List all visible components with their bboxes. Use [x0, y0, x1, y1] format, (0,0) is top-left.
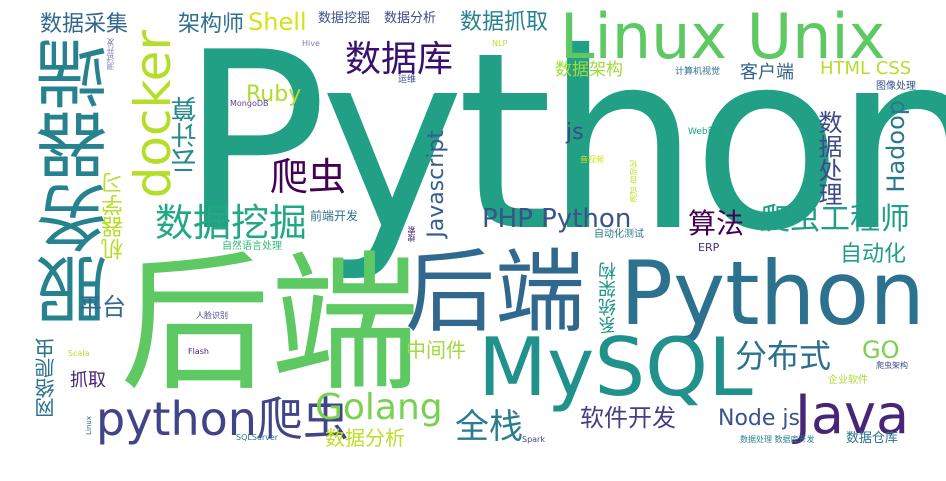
- word-full-stack: 全栈: [455, 407, 523, 447]
- word-web-frontend: Web前端: [688, 127, 726, 137]
- word-distributed: 分布式: [735, 337, 832, 375]
- word-system-architecture: 系统架构: [598, 262, 619, 334]
- word-search: 搜索: [407, 226, 416, 242]
- word-nodejs: Node js: [718, 406, 800, 431]
- word-crawler-architecture: 爬虫架构: [876, 361, 908, 370]
- word-shell: Shell: [248, 8, 307, 36]
- word-hadoop: Hadoop: [882, 100, 910, 193]
- word-data-analysis-small: 数据分析: [384, 11, 437, 26]
- word-mongodb: MongoDB: [230, 99, 269, 108]
- word-data-warehouse: 数据仓库: [846, 431, 899, 446]
- word-crawler-engineer: 爬虫工程师: [760, 202, 910, 237]
- word-crawler: 爬虫: [270, 155, 347, 199]
- word-data-collection: 数据采集: [40, 12, 129, 37]
- word-data-mining-large: 数据挖掘: [155, 201, 308, 245]
- word-audio-video: 音视频: [580, 155, 604, 164]
- word-mysql: MySQL: [478, 321, 753, 414]
- word-python-crawler: python爬虫: [96, 392, 349, 446]
- word-linux: Linux: [85, 416, 93, 435]
- word-software-dev: 软件开发: [580, 404, 676, 432]
- word-nlp: NLP: [492, 39, 508, 48]
- word-go: GO: [862, 336, 900, 364]
- word-automation: 自动化: [840, 242, 907, 267]
- word-computer-vision: 计算机视觉: [675, 67, 721, 77]
- word-enterprise-software: 企业软件: [828, 375, 868, 386]
- word-test-automation: 测试 自动化: [629, 160, 638, 203]
- word-data-processing-vertical: 数据处理: [814, 110, 842, 206]
- word-data-mining-small: 数据挖掘: [318, 11, 371, 26]
- word-database: 数据库: [345, 39, 454, 80]
- word-golang: Golang: [315, 387, 443, 428]
- word-flash: Flash: [188, 347, 209, 356]
- word-automated-testing: 自动化测试: [594, 229, 644, 240]
- word-scala: Scala: [68, 349, 90, 358]
- word-middleware: 中间件: [406, 338, 466, 362]
- word-erp: ERP: [698, 241, 720, 254]
- word-javascript: Javascript: [424, 130, 449, 238]
- word-image-processing: 图像处理: [876, 81, 916, 92]
- word-sqlserver: SQLServer: [236, 433, 279, 442]
- word-data-analysis: 数据分析: [325, 426, 405, 450]
- word-html-css: HTML CSS: [820, 58, 912, 79]
- word-test-dev: 测试开发: [106, 38, 115, 70]
- word-face-recognition: 人脸识别: [196, 311, 228, 320]
- word-data-architecture: 数据架构: [555, 60, 623, 80]
- word-machine-learning: 机器学习: [102, 172, 127, 260]
- word-ops: 运维: [398, 75, 417, 85]
- word-data-scraping: 数据抓取: [460, 10, 549, 35]
- word-client: 客户端: [740, 62, 794, 83]
- word-scraping: 抓取: [70, 370, 106, 391]
- word-architect: 架构师: [178, 12, 245, 37]
- word-js: js: [566, 120, 584, 145]
- word-cloud-computing: 云计算: [171, 96, 201, 174]
- word-algorithm: 算法: [688, 207, 745, 240]
- word-frontend-dev: 前端开发: [310, 209, 359, 223]
- word-cloud: Python 后端 后端 Python 服务器端 Linux Unix MySQ…: [0, 0, 946, 481]
- word-spark: Spark: [522, 435, 545, 444]
- word-hive: Hive: [302, 39, 320, 48]
- word-nlp-chinese: 自然语言处理: [222, 241, 282, 252]
- word-network-crawler: 网络爬虫: [34, 338, 58, 418]
- word-data-processing-small: 数据处理 数据库开发: [740, 435, 815, 444]
- word-houduan-large: 后端: [120, 238, 421, 412]
- word-platform: 平台: [78, 293, 126, 321]
